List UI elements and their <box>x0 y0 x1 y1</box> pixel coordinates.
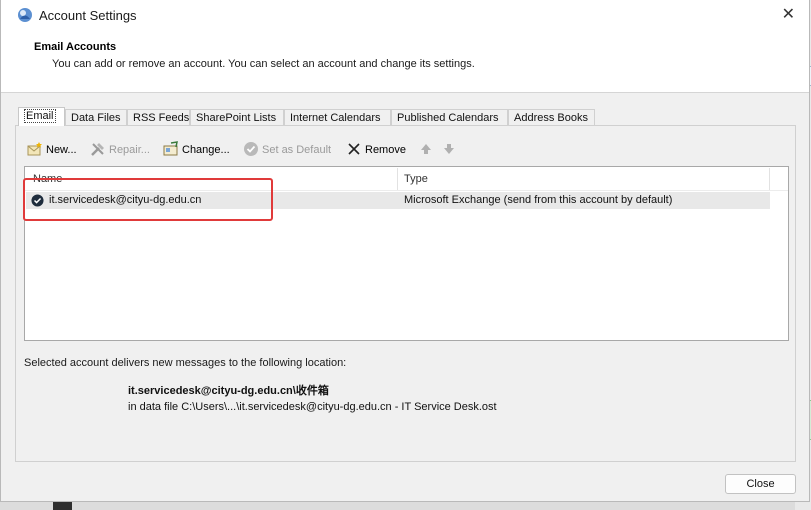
title-bar: Account Settings ✕ <box>1 0 809 32</box>
tab-internet-calendars[interactable]: Internet Calendars <box>284 109 391 125</box>
column-header-type[interactable]: Type <box>404 173 428 185</box>
remove-button[interactable]: Remove <box>346 141 406 159</box>
new-button-label: New... <box>46 144 77 156</box>
new-button[interactable]: New... <box>27 141 77 159</box>
remove-x-icon <box>348 143 360 155</box>
set-as-default-button[interactable]: Set as Default <box>243 141 331 159</box>
close-button[interactable]: Close <box>725 474 796 494</box>
delivery-location-label: Selected account delivers new messages t… <box>24 357 347 369</box>
column-divider <box>769 168 770 190</box>
annotation-highlight-box <box>23 178 273 221</box>
move-up-button[interactable] <box>418 141 437 159</box>
repair-button-label: Repair... <box>109 144 150 156</box>
close-window-icon[interactable]: ✕ <box>782 6 795 24</box>
tab-email[interactable]: Email <box>18 107 65 126</box>
repair-tools-icon <box>91 143 104 156</box>
account-type: Microsoft Exchange (send from this accou… <box>404 194 673 206</box>
change-button[interactable]: Change... <box>163 141 230 159</box>
header-title: Email Accounts <box>34 41 117 53</box>
arrow-down-icon <box>444 144 454 155</box>
tab-published-calendars[interactable]: Published Calendars <box>391 109 508 125</box>
tab-sharepoint-lists[interactable]: SharePoint Lists <box>190 109 284 125</box>
header-description: You can add or remove an account. You ca… <box>52 58 475 70</box>
tab-address-books[interactable]: Address Books <box>508 109 595 125</box>
repair-button[interactable]: Repair... <box>90 141 150 159</box>
delivery-folder-path: it.servicedesk@cityu-dg.edu.cn\收件箱 <box>128 385 329 397</box>
window-title: Account Settings <box>39 8 137 23</box>
remove-button-label: Remove <box>365 144 406 156</box>
change-account-icon <box>163 141 178 156</box>
arrow-up-icon <box>421 144 431 155</box>
set-as-default-label: Set as Default <box>262 144 332 156</box>
delivery-data-file: in data file C:\Users\...\it.servicedesk… <box>128 401 497 413</box>
dialog-header: Email Accounts You can add or remove an … <box>1 32 809 93</box>
move-down-button[interactable] <box>441 141 460 159</box>
new-account-icon <box>27 142 42 156</box>
tab-rss-feeds[interactable]: RSS Feeds <box>127 109 190 125</box>
checkmark-circle-icon <box>244 142 258 157</box>
account-settings-dialog: Account Settings ✕ Email Accounts You ca… <box>0 0 810 502</box>
column-divider <box>397 168 398 190</box>
account-settings-icon <box>18 8 32 22</box>
change-button-label: Change... <box>182 144 230 156</box>
tab-data-files[interactable]: Data Files <box>65 109 127 125</box>
